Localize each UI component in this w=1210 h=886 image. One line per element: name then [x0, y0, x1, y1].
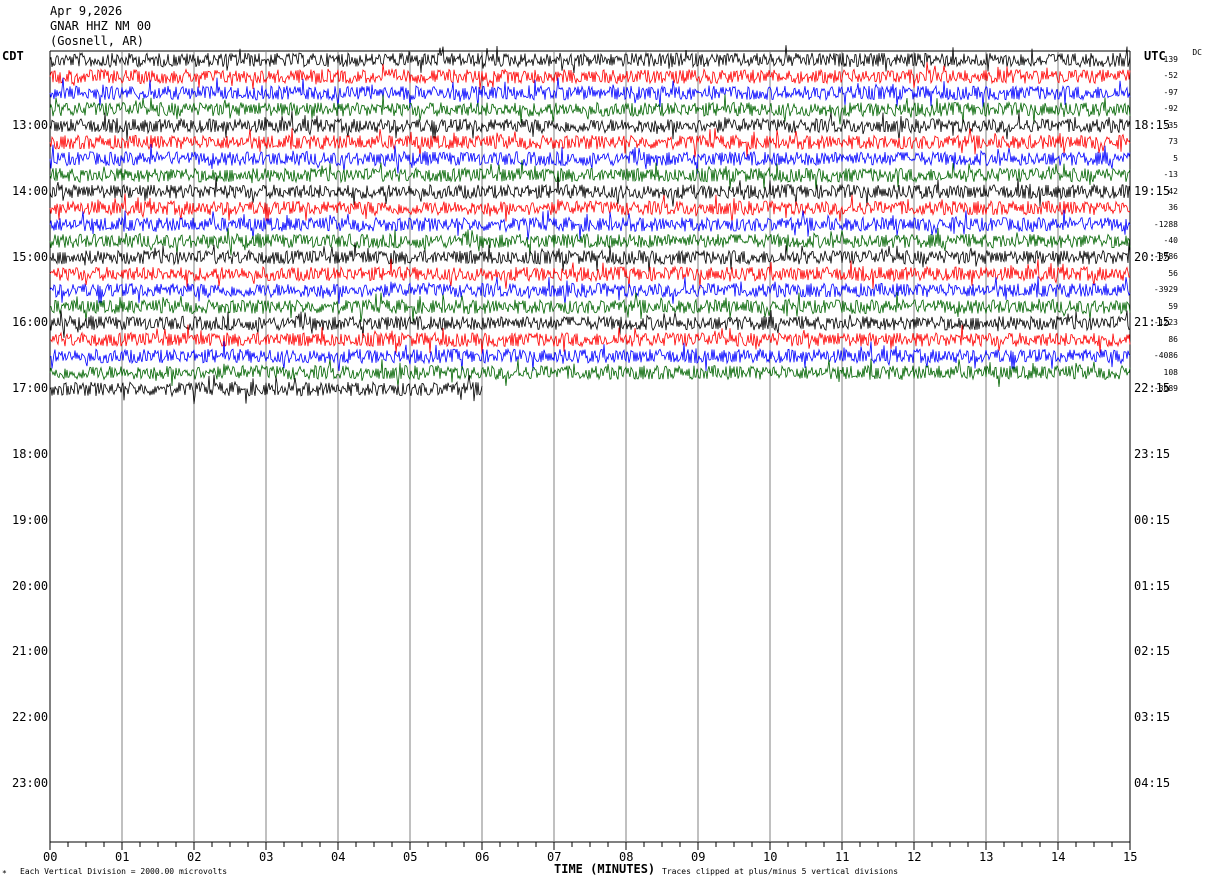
seismic-trace: [49, 45, 1131, 74]
x-tick-label: 14: [1051, 850, 1066, 864]
left-hour-label: 16:00: [12, 315, 49, 330]
right-hour-label: 01:15: [1134, 578, 1171, 593]
seismic-trace: [49, 62, 1131, 90]
left-hour-label: 23:00: [12, 776, 49, 790]
dc-offset-label: -97: [1163, 87, 1178, 97]
dc-offset-label: -40: [1163, 235, 1178, 245]
seismic-trace: [49, 258, 1131, 289]
dc-offset-label: -92: [1163, 104, 1178, 114]
x-tick-label: 13: [979, 850, 994, 864]
dc-offset-label: 5: [1173, 153, 1178, 163]
right-hour-label: 04:15: [1134, 776, 1171, 790]
x-tick-label: 15: [1123, 850, 1138, 864]
right-hour-label: 00:15: [1134, 512, 1171, 527]
seismic-trace: [49, 227, 1131, 256]
left-hour-label: 18:00: [12, 447, 49, 461]
footer-mark: *: [2, 869, 7, 878]
x-tick-label: 01: [115, 850, 130, 864]
right-hour-label: 02:15: [1134, 644, 1171, 659]
x-tick-label: 06: [475, 850, 490, 864]
dc-offset-label: -4086: [1153, 351, 1178, 361]
seismic-trace: [49, 128, 1131, 158]
dc-offset-label: -35: [1163, 120, 1178, 130]
left-hour-label: 17:00: [12, 381, 49, 396]
dc-offset-label: -1288: [1153, 219, 1178, 229]
left-hour-label: 13:00: [12, 118, 49, 132]
seismic-trace: [49, 209, 1131, 240]
x-tick-label: 00: [43, 850, 58, 864]
dc-offset-label: 139: [1163, 55, 1178, 64]
left-hour-label: 21:00: [12, 644, 49, 659]
clip-note: Traces clipped at plus/minus 5 vertical …: [662, 867, 899, 876]
left-hour-label: 22:00: [12, 710, 49, 725]
dc-offset-label: 108: [1163, 367, 1178, 377]
x-tick-label: 05: [403, 850, 418, 864]
left-hour-label: 14:00: [12, 183, 49, 198]
right-hour-label: 23:15: [1134, 447, 1171, 461]
dc-offset-label: 86: [1168, 334, 1178, 344]
helicorder-plot: [49, 45, 1131, 850]
dc-offset-label: 42: [1168, 186, 1178, 196]
x-tick-label: 02: [187, 850, 202, 864]
left-hour-label: 19:00: [12, 512, 49, 527]
seismic-trace: [49, 276, 1131, 305]
right-hour-label: 03:15: [1134, 710, 1171, 725]
x-tick-label: 09: [691, 850, 706, 864]
scale-note: Each Vertical Division = 2000.00 microvo…: [20, 867, 228, 876]
dc-offset-label: -1223: [1153, 318, 1178, 328]
dc-offset-label: -3089: [1153, 384, 1178, 393]
x-axis-title: TIME (MINUTES): [554, 862, 656, 876]
left-hour-label: 20:00: [12, 578, 49, 593]
dc-offset-label: 36: [1168, 203, 1178, 213]
dc-offset-label: -52: [1163, 71, 1178, 81]
x-tick-label: 12: [907, 850, 922, 864]
left-hour-label: 15:00: [12, 249, 49, 264]
dc-offset-label: 73: [1168, 137, 1178, 147]
seismic-trace: [49, 111, 1131, 141]
dc-offset-label: -13: [1163, 170, 1178, 180]
dc-offset-label: -3929: [1153, 285, 1178, 295]
dc-offset-label: 59: [1168, 301, 1178, 311]
x-tick-label: 11: [835, 850, 850, 864]
seismic-trace: [49, 291, 1131, 322]
x-tick-label: 10: [763, 850, 778, 864]
dc-offset-label: 56: [1168, 268, 1178, 278]
dc-offset-label: -3786: [1153, 252, 1178, 262]
x-tick-label: 03: [259, 850, 274, 864]
seismic-trace: [49, 358, 1131, 388]
x-tick-label: 04: [331, 850, 346, 864]
seismic-trace: [49, 143, 1131, 174]
